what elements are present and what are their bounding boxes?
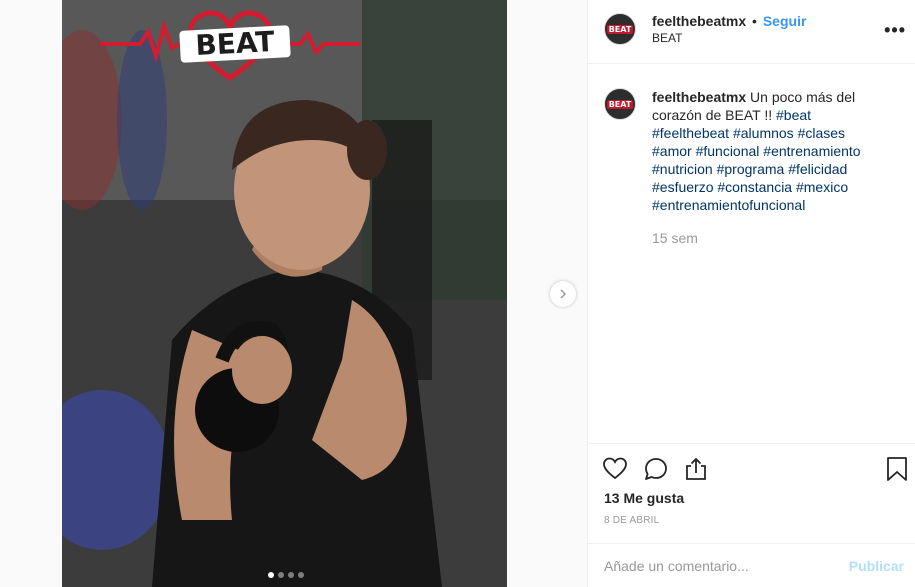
hashtag[interactable]: #constancia: [717, 179, 792, 195]
hashtag[interactable]: #esfuerzo: [652, 179, 713, 195]
author-username[interactable]: feelthebeatmx: [652, 13, 746, 29]
hashtag[interactable]: #beat: [776, 107, 811, 123]
hashtag[interactable]: #feelthebeat: [652, 125, 729, 141]
share-icon[interactable]: [683, 456, 709, 482]
bookmark-icon[interactable]: [884, 456, 910, 482]
author-avatar[interactable]: BEAT: [604, 13, 636, 45]
post-actions: [588, 443, 915, 488]
caption-username[interactable]: feelthebeatmx: [652, 89, 746, 105]
hashtag[interactable]: #felicidad: [788, 161, 847, 177]
avatar-logo-text: BEAT: [606, 24, 634, 34]
carousel-dot: [278, 572, 284, 578]
author-line: feelthebeatmx • Seguir: [652, 13, 806, 29]
hashtag[interactable]: #alumnos: [733, 125, 794, 141]
post-date[interactable]: 8 DE ABRIL: [604, 515, 659, 526]
caption-time-ago[interactable]: 15 sem: [652, 230, 698, 246]
hashtag[interactable]: #entrenamiento: [763, 143, 860, 159]
more-options-icon[interactable]: •••: [884, 20, 906, 41]
logo-text: BEAT: [195, 25, 276, 62]
heart-icon[interactable]: [602, 456, 628, 482]
hashtag[interactable]: #mexico: [796, 179, 848, 195]
hashtag[interactable]: #entrenamientofuncional: [652, 197, 805, 213]
carousel-dots: [268, 572, 304, 578]
post-photo[interactable]: BEAT: [62, 0, 507, 587]
post-location[interactable]: BEAT: [652, 31, 682, 45]
comment-icon[interactable]: [643, 456, 669, 482]
hashtag[interactable]: #amor: [652, 143, 692, 159]
carousel-dot: [288, 572, 294, 578]
chevron-right-icon: [560, 289, 567, 299]
carousel-dot: [298, 572, 304, 578]
caption-text-block: feelthebeatmx Un poco más del corazón de…: [652, 88, 884, 214]
separator-bullet: •: [752, 13, 757, 29]
hashtag[interactable]: #funcional: [696, 143, 760, 159]
hashtag[interactable]: #programa: [717, 161, 785, 177]
post-details-panel: BEAT feelthebeatmx • Seguir BEAT ••• BEA…: [587, 0, 915, 587]
hashtag[interactable]: #clases: [798, 125, 845, 141]
hashtag[interactable]: #nutricion: [652, 161, 713, 177]
comment-input[interactable]: [604, 558, 824, 574]
post-media: BEAT: [0, 0, 587, 587]
post-header: BEAT feelthebeatmx • Seguir BEAT •••: [588, 0, 915, 64]
photo-illustration: BEAT: [62, 0, 507, 587]
avatar-logo-text: BEAT: [606, 99, 634, 109]
likes-count[interactable]: 13 Me gusta: [604, 490, 684, 506]
publish-button[interactable]: Publicar: [849, 558, 904, 574]
comment-bar: Publicar: [588, 543, 915, 587]
follow-button[interactable]: Seguir: [763, 13, 807, 29]
next-photo-button[interactable]: [550, 281, 576, 307]
caption-author-avatar[interactable]: BEAT: [604, 88, 636, 120]
carousel-dot-active: [268, 572, 274, 578]
